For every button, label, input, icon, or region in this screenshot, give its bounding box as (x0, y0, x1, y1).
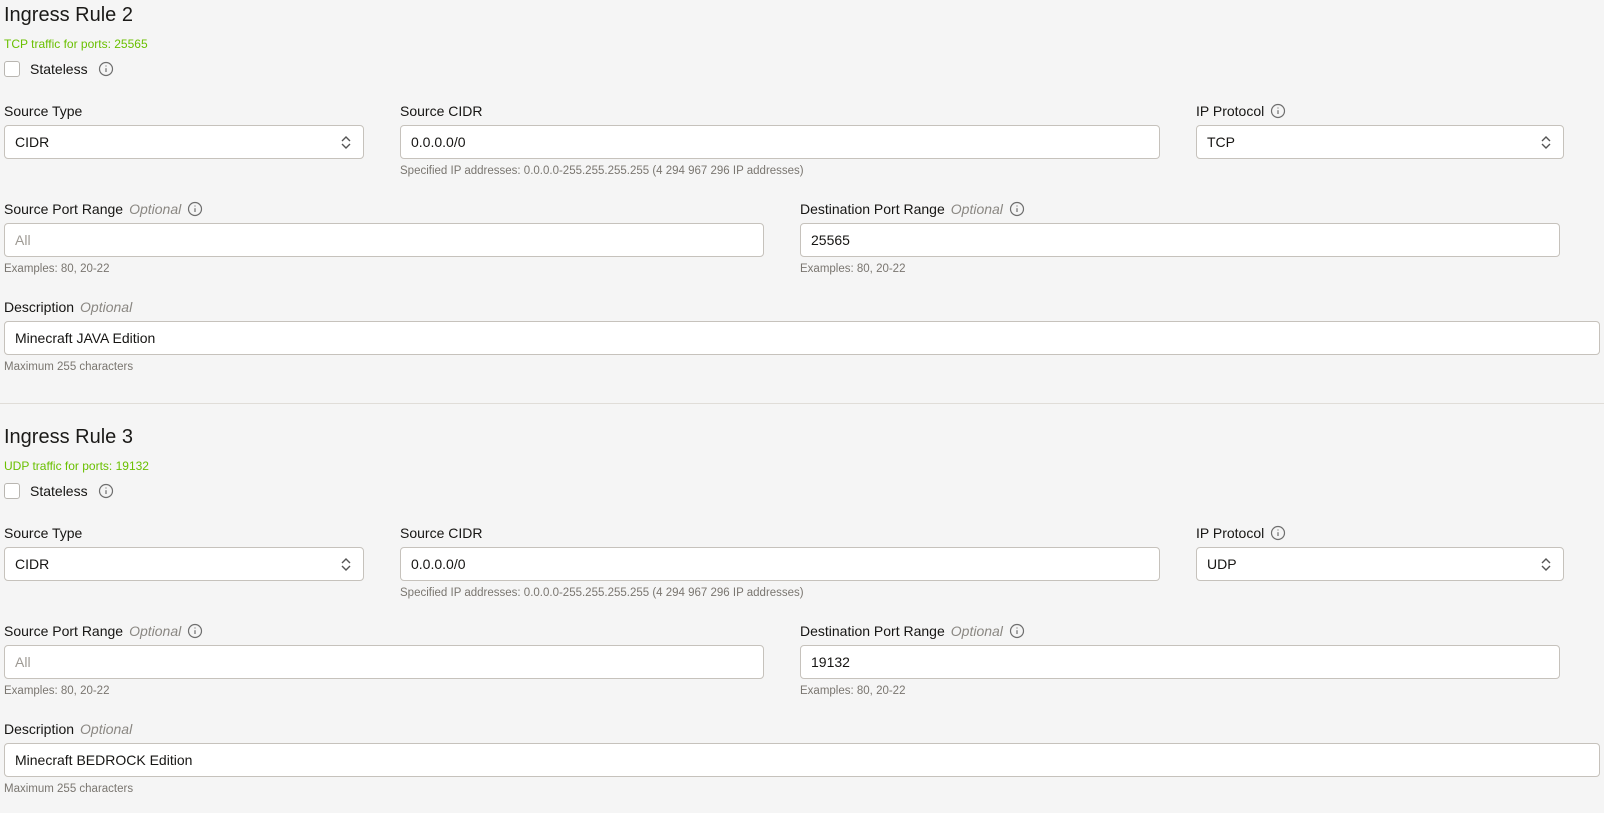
info-icon[interactable] (187, 623, 203, 639)
description-input[interactable] (4, 743, 1600, 777)
description-label: Description (4, 299, 74, 315)
dest-port-input[interactable] (800, 223, 1560, 257)
source-cidr-helper: Specified IP addresses: 0.0.0.0-255.255.… (400, 165, 1160, 177)
port-helper: Examples: 80, 20-22 (4, 263, 764, 275)
source-port-input[interactable] (4, 645, 764, 679)
source-type-value: CIDR (15, 556, 49, 572)
source-type-select[interactable]: CIDR (4, 547, 364, 581)
info-icon[interactable] (1270, 525, 1286, 541)
source-port-label: Source Port Range (4, 201, 123, 217)
ip-protocol-label: IP Protocol (1196, 103, 1264, 119)
optional-label: Optional (129, 623, 181, 639)
source-cidr-input[interactable] (400, 125, 1160, 159)
description-helper: Maximum 255 characters (4, 361, 1600, 373)
source-type-label: Source Type (4, 103, 364, 119)
chevron-updown-icon (1541, 134, 1553, 150)
description-label: Description (4, 721, 74, 737)
dest-port-label: Destination Port Range (800, 201, 945, 217)
rule-divider (0, 403, 1604, 404)
description-helper: Maximum 255 characters (4, 783, 1600, 795)
source-port-label: Source Port Range (4, 623, 123, 639)
rule-title: Ingress Rule 3 (4, 426, 1600, 449)
chevron-updown-icon (341, 556, 353, 572)
optional-label: Optional (80, 299, 132, 315)
ingress-rule-3: Ingress Rule 3 UDP traffic for ports: 19… (0, 422, 1604, 813)
chevron-updown-icon (341, 134, 353, 150)
ip-protocol-label: IP Protocol (1196, 525, 1264, 541)
description-input[interactable] (4, 321, 1600, 355)
dest-port-label: Destination Port Range (800, 623, 945, 639)
ip-protocol-select[interactable]: UDP (1196, 547, 1564, 581)
source-type-label: Source Type (4, 525, 364, 541)
ip-protocol-value: TCP (1207, 134, 1235, 150)
port-helper: Examples: 80, 20-22 (800, 263, 1560, 275)
source-cidr-helper: Specified IP addresses: 0.0.0.0-255.255.… (400, 587, 1160, 599)
rule-title: Ingress Rule 2 (4, 4, 1600, 27)
info-icon[interactable] (98, 483, 114, 499)
source-type-select[interactable]: CIDR (4, 125, 364, 159)
rule-summary: UDP traffic for ports: 19132 (4, 459, 1600, 473)
info-icon[interactable] (98, 61, 114, 77)
port-helper: Examples: 80, 20-22 (4, 685, 764, 697)
info-icon[interactable] (1009, 623, 1025, 639)
stateless-checkbox[interactable] (4, 61, 20, 77)
ingress-rule-2: Ingress Rule 2 TCP traffic for ports: 25… (0, 0, 1604, 391)
optional-label: Optional (951, 201, 1003, 217)
info-icon[interactable] (187, 201, 203, 217)
source-port-input[interactable] (4, 223, 764, 257)
port-helper: Examples: 80, 20-22 (800, 685, 1560, 697)
info-icon[interactable] (1270, 103, 1286, 119)
optional-label: Optional (80, 721, 132, 737)
stateless-checkbox[interactable] (4, 483, 20, 499)
rule-summary: TCP traffic for ports: 25565 (4, 37, 1600, 51)
dest-port-input[interactable] (800, 645, 1560, 679)
stateless-label: Stateless (30, 483, 88, 499)
source-cidr-label: Source CIDR (400, 103, 1160, 119)
ip-protocol-select[interactable]: TCP (1196, 125, 1564, 159)
source-type-value: CIDR (15, 134, 49, 150)
info-icon[interactable] (1009, 201, 1025, 217)
stateless-label: Stateless (30, 61, 88, 77)
optional-label: Optional (129, 201, 181, 217)
source-cidr-input[interactable] (400, 547, 1160, 581)
ip-protocol-value: UDP (1207, 556, 1237, 572)
chevron-updown-icon (1541, 556, 1553, 572)
optional-label: Optional (951, 623, 1003, 639)
source-cidr-label: Source CIDR (400, 525, 1160, 541)
